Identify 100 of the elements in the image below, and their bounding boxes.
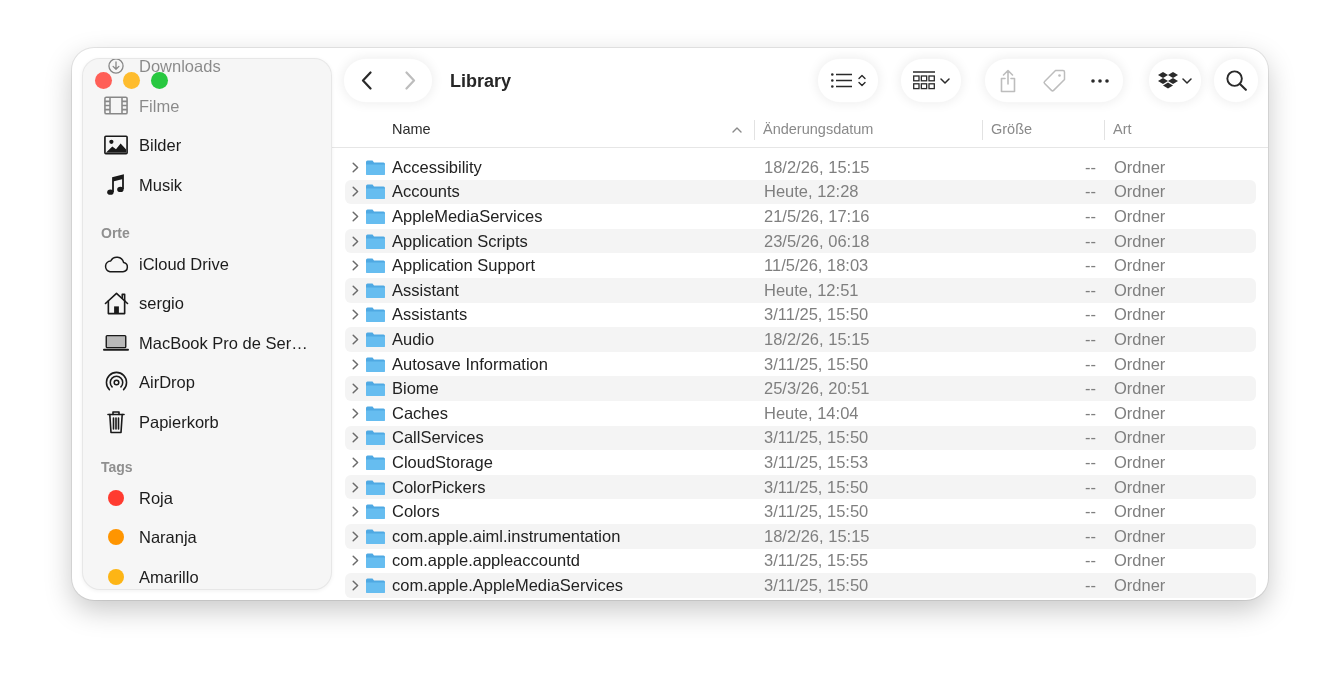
chevron-down-icon <box>939 77 950 84</box>
file-size: -- <box>1085 280 1096 300</box>
disclosure-chevron-icon[interactable] <box>352 284 359 296</box>
file-name: Caches <box>392 403 448 423</box>
file-size: -- <box>1085 551 1096 571</box>
file-type: Ordner <box>1114 305 1166 325</box>
file-size: -- <box>1085 305 1096 325</box>
table-row[interactable]: Application Scripts 23/5/26, 06:18 -- Ordner <box>345 228 1256 254</box>
section-heading: Tags <box>101 458 133 475</box>
table-row[interactable]: Audio 18/2/26, 15:15 -- Ordner <box>345 327 1256 352</box>
modified-date: 18/2/26, 15:15 <box>764 329 870 349</box>
file-size: -- <box>1085 157 1096 177</box>
file-name: Accessibility <box>392 157 482 177</box>
file-name: CallServices <box>392 428 484 448</box>
modified-date: Heute, 12:28 <box>764 182 859 202</box>
table-row[interactable]: com.apple.aiml.instrumentation 18/2/26, 15:15 -- Ordner <box>345 523 1256 549</box>
folder-icon <box>366 553 385 569</box>
table-row[interactable]: com.apple.AppleMediaServices 3/11/25, 15:50 -- Ordner <box>345 573 1256 598</box>
disclosure-chevron-icon[interactable] <box>352 579 359 591</box>
disclosure-chevron-icon[interactable] <box>352 161 359 173</box>
disclosure-chevron-icon[interactable] <box>352 432 359 444</box>
table-row[interactable]: ColorPickers 3/11/25, 15:50 -- Ordner <box>345 474 1256 500</box>
table-row[interactable]: Assistant Heute, 12:51 -- Ordner <box>345 277 1256 303</box>
table-row[interactable]: CallServices 3/11/25, 15:50 -- Ordner <box>345 425 1256 451</box>
file-name: Accounts <box>392 182 460 202</box>
modified-date: 3/11/25, 15:50 <box>764 502 869 522</box>
sidebar-item[interactable]: sergio <box>103 291 186 315</box>
file-name: Application Support <box>392 256 536 276</box>
disclosure-chevron-icon[interactable] <box>352 456 359 468</box>
file-size: -- <box>1085 428 1096 448</box>
file-size: -- <box>1085 502 1096 522</box>
file-type: Ordner <box>1114 502 1166 522</box>
modified-date: 3/11/25, 15:50 <box>764 575 869 595</box>
disclosure-chevron-icon[interactable] <box>352 358 359 370</box>
folder-icon <box>366 258 385 274</box>
folder-icon <box>366 282 385 298</box>
cloud-icon <box>103 254 129 273</box>
disclosure-chevron-icon[interactable] <box>352 309 359 321</box>
disclosure-chevron-icon[interactable] <box>352 260 359 272</box>
disclosure-chevron-icon[interactable] <box>352 530 359 542</box>
disclosure-chevron-icon[interactable] <box>352 211 359 222</box>
table-row[interactable]: Biome 25/3/26, 20:51 -- Ordner <box>345 376 1256 401</box>
column-header[interactable]: Änderungsdatum <box>763 119 874 140</box>
sidebar-item[interactable]: AirDrop <box>103 370 197 394</box>
folder-icon <box>366 331 385 347</box>
modified-date: 3/11/25, 15:50 <box>764 305 869 325</box>
disclosure-chevron-icon[interactable] <box>352 506 359 518</box>
disclosure-chevron-icon[interactable] <box>352 383 359 395</box>
disclosure-chevron-icon[interactable] <box>352 555 359 567</box>
file-size: -- <box>1085 256 1096 276</box>
sidebar-item[interactable]: Bilder <box>103 133 184 157</box>
sidebar-item[interactable]: Musik <box>103 172 185 197</box>
disclosure-chevron-icon[interactable] <box>352 186 359 198</box>
file-size: -- <box>1085 354 1096 374</box>
folder-icon <box>366 356 385 372</box>
disclosure-chevron-icon[interactable] <box>352 481 359 493</box>
disclosure-chevron-icon[interactable] <box>352 333 359 345</box>
file-type: Ordner <box>1114 207 1166 226</box>
modified-date: 11/5/26, 18:03 <box>764 256 869 276</box>
file-name: Assistants <box>392 305 468 325</box>
sidebar-item[interactable]: MacBook Pro de Ser… <box>103 330 310 355</box>
trash-icon <box>107 409 125 434</box>
table-row[interactable]: Accounts Heute, 12:28 -- Ordner <box>345 179 1256 205</box>
file-size: -- <box>1085 452 1096 472</box>
file-name: com.apple.AppleMediaServices <box>392 575 624 595</box>
file-size: -- <box>1085 575 1096 595</box>
file-size: -- <box>1085 207 1096 226</box>
column-header[interactable]: Größe <box>991 119 1033 140</box>
download-icon <box>108 59 124 74</box>
sidebar-item[interactable]: Amarillo <box>103 564 201 589</box>
chevron-down-icon <box>1182 77 1192 84</box>
modified-date: 21/5/26, 17:16 <box>764 207 870 226</box>
modified-date: 3/11/25, 15:55 <box>764 551 869 571</box>
sidebar-item[interactable]: Roja <box>103 485 175 510</box>
file-type: Ordner <box>1114 354 1166 374</box>
file-name: Audio <box>392 329 435 349</box>
file-name: Biome <box>392 379 439 399</box>
file-size: -- <box>1085 526 1096 546</box>
file-type: Ordner <box>1114 403 1166 423</box>
modified-date: 3/11/25, 15:50 <box>764 428 869 448</box>
modified-date: 3/11/25, 15:53 <box>764 452 869 472</box>
file-size: -- <box>1085 231 1096 251</box>
sidebar-item[interactable]: iCloud Drive <box>103 251 231 276</box>
disclosure-chevron-icon[interactable] <box>352 407 359 419</box>
list-icon <box>830 73 852 88</box>
folder-icon <box>366 577 385 593</box>
file-type: Ordner <box>1114 452 1166 472</box>
disclosure-chevron-icon[interactable] <box>352 235 359 247</box>
column-header[interactable]: Art <box>1113 119 1132 140</box>
file-type: Ordner <box>1114 157 1166 177</box>
sidebar-item[interactable]: Papierkorb <box>103 409 221 434</box>
file-size: -- <box>1085 403 1096 423</box>
column-header[interactable]: Name <box>392 119 742 140</box>
file-type: Ordner <box>1114 428 1166 448</box>
sidebar-item[interactable]: Naranja <box>103 525 199 549</box>
more-icon <box>1091 78 1109 83</box>
folder-icon <box>366 528 385 544</box>
file-size: -- <box>1085 329 1096 349</box>
modified-date: 18/2/26, 15:15 <box>764 157 870 177</box>
modified-date: 23/5/26, 06:18 <box>764 231 870 251</box>
